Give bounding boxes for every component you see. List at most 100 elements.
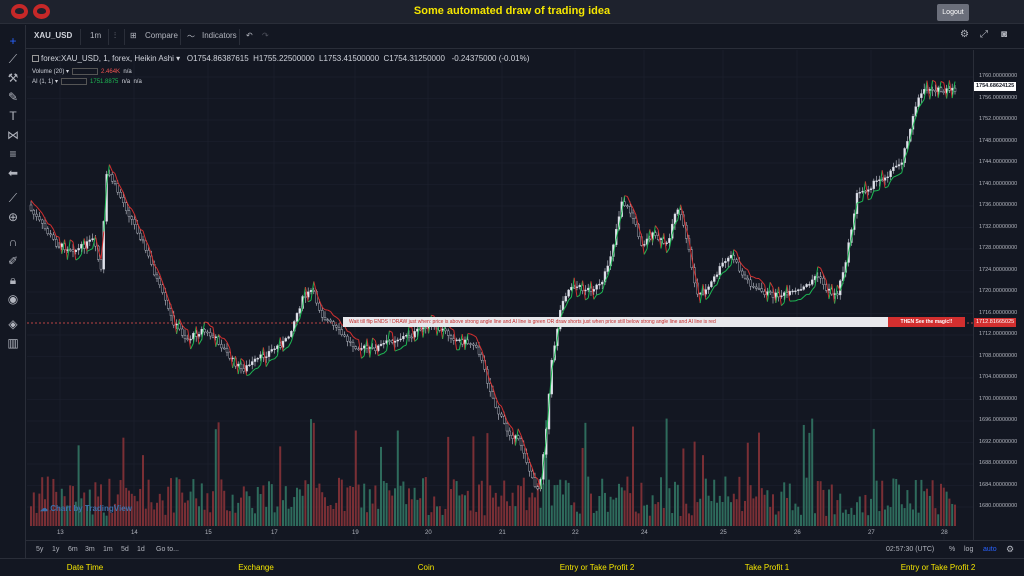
tradingview-watermark[interactable]: ☁ Chart by TradingView bbox=[40, 504, 132, 513]
watermark-text[interactable]: Chart by TradingView bbox=[50, 504, 132, 513]
ai-line-segment bbox=[744, 267, 749, 271]
ai-line-segment bbox=[41, 213, 46, 219]
trend-line-icon[interactable]: ⟋ bbox=[5, 51, 21, 67]
range-6m[interactable]: 6m bbox=[68, 546, 78, 553]
fib-tool-icon[interactable]: ⚒ bbox=[5, 70, 21, 86]
chart-type-icon[interactable]: ⫶ bbox=[114, 31, 116, 41]
gear-icon[interactable]: ⚙ bbox=[1006, 544, 1014, 555]
settings-icon[interactable]: ⚙ bbox=[960, 29, 969, 40]
series-title[interactable]: forex:XAU_USD, 1, forex, Heikin Ashi bbox=[41, 54, 174, 63]
fullscreen-icon[interactable]: ⤢ bbox=[980, 29, 988, 40]
magnet-icon[interactable]: ∩ bbox=[5, 234, 21, 250]
candle-body bbox=[49, 233, 52, 236]
goto-button[interactable]: Go to... bbox=[156, 546, 179, 553]
volume-bar bbox=[528, 497, 531, 526]
utc-clock[interactable]: 02:57:30 (UTC) bbox=[886, 546, 934, 553]
lock-drawing-icon[interactable]: ✐ bbox=[5, 253, 21, 269]
footer-take-profit-1[interactable]: Take Profit 1 bbox=[745, 563, 789, 572]
volume-bar bbox=[248, 496, 251, 526]
candle-body bbox=[419, 328, 422, 331]
symbol-search[interactable]: XAU_USD bbox=[34, 31, 72, 40]
volume-bar bbox=[332, 508, 335, 526]
volume-bar bbox=[195, 498, 198, 526]
range-1y[interactable]: 1y bbox=[52, 546, 59, 553]
ai-line-segment bbox=[716, 276, 721, 285]
ai-line-segment bbox=[335, 316, 340, 320]
percent-toggle[interactable]: % bbox=[949, 546, 955, 553]
range-3m[interactable]: 3m bbox=[85, 546, 95, 553]
lock-icon[interactable]: 🔒︎ bbox=[5, 272, 21, 288]
price-chart[interactable] bbox=[27, 50, 973, 540]
ai-line-segment bbox=[475, 336, 480, 345]
compare-icon[interactable]: ⊞ bbox=[130, 31, 137, 40]
candle-body bbox=[368, 347, 371, 349]
volume-bar bbox=[696, 502, 699, 526]
candle-body bbox=[458, 339, 461, 341]
layers-icon[interactable]: ◈ bbox=[5, 316, 21, 332]
range-1d[interactable]: 1d bbox=[137, 546, 145, 553]
study-controls[interactable] bbox=[72, 68, 99, 75]
ai-line-segment bbox=[761, 280, 765, 286]
footer-entry-tp2[interactable]: Entry or Take Profit 2 bbox=[560, 563, 635, 572]
undo-icon[interactable]: ↶ bbox=[246, 31, 253, 40]
log-toggle[interactable]: log bbox=[964, 546, 973, 553]
volume-bar bbox=[662, 507, 665, 526]
candle-body bbox=[718, 266, 721, 275]
candle-body bbox=[108, 174, 111, 176]
candle-body bbox=[648, 238, 651, 241]
volume-bar bbox=[142, 455, 144, 526]
candle-body bbox=[208, 332, 212, 337]
text-tool-icon[interactable]: T bbox=[5, 108, 21, 124]
candle-body bbox=[91, 238, 94, 241]
brush-icon[interactable]: ✎ bbox=[5, 89, 21, 105]
indicators-icon[interactable]: 〜 bbox=[187, 31, 195, 42]
volume-label[interactable]: Volume (20) bbox=[32, 69, 64, 75]
ruler-icon[interactable]: ⟋ bbox=[5, 190, 21, 206]
volume-bar bbox=[735, 499, 738, 526]
interval-selector[interactable]: 1m bbox=[90, 31, 101, 40]
candle-body bbox=[287, 336, 290, 339]
range-1m[interactable]: 1m bbox=[103, 546, 113, 553]
projection-icon[interactable]: ≡ bbox=[5, 146, 21, 162]
volume-bar bbox=[718, 495, 721, 526]
candle-body bbox=[755, 286, 758, 289]
candle-body bbox=[40, 219, 44, 224]
footer-coin[interactable]: Coin bbox=[418, 563, 434, 572]
collapse-icon[interactable] bbox=[32, 55, 39, 63]
candle-body bbox=[295, 313, 299, 322]
volume-bar bbox=[422, 478, 424, 526]
price-tick-label: 1708.00000000 bbox=[979, 352, 1018, 359]
volume-bar bbox=[310, 419, 312, 526]
volume-bar bbox=[427, 515, 430, 526]
camera-icon[interactable]: ◙ bbox=[1001, 29, 1007, 40]
range-5d[interactable]: 5d bbox=[121, 546, 129, 553]
range-5y[interactable]: 5y bbox=[36, 546, 43, 553]
footer-date-time[interactable]: Date Time bbox=[67, 563, 103, 572]
footer-exchange[interactable]: Exchange bbox=[238, 563, 274, 572]
zoom-in-icon[interactable]: ⊕ bbox=[5, 209, 21, 225]
crosshair-icon[interactable]: + bbox=[5, 33, 21, 49]
volume-bar bbox=[682, 448, 685, 526]
compare-button[interactable]: Compare bbox=[145, 31, 178, 40]
ai-label[interactable]: AI (1, 1) bbox=[32, 79, 53, 85]
trash-icon[interactable]: ▥ bbox=[5, 335, 21, 351]
price-tick-label: 1692.00000000 bbox=[979, 438, 1018, 445]
back-arrow-icon[interactable]: ⬅ bbox=[5, 165, 21, 181]
ai-line-segment bbox=[817, 266, 821, 269]
ai-line-segment bbox=[940, 80, 945, 84]
volume-bar bbox=[150, 502, 153, 526]
price-axis[interactable] bbox=[973, 50, 1024, 540]
study-controls[interactable] bbox=[61, 78, 88, 85]
footer-entry-tp2-b[interactable]: Entry or Take Profit 2 bbox=[901, 563, 976, 572]
volume-bar bbox=[830, 484, 833, 526]
candle-body bbox=[721, 262, 724, 267]
redo-icon[interactable]: ↷ bbox=[262, 31, 269, 40]
auto-toggle[interactable]: auto bbox=[983, 546, 997, 553]
pattern-icon[interactable]: ⋈ bbox=[5, 127, 21, 143]
logout-button[interactable]: Logout bbox=[937, 4, 969, 21]
eye-icon[interactable]: ◉ bbox=[5, 291, 21, 307]
volume-bar bbox=[326, 505, 329, 526]
candle-body bbox=[203, 329, 206, 333]
indicators-button[interactable]: Indicators bbox=[202, 31, 237, 40]
volume-bar bbox=[268, 481, 270, 526]
